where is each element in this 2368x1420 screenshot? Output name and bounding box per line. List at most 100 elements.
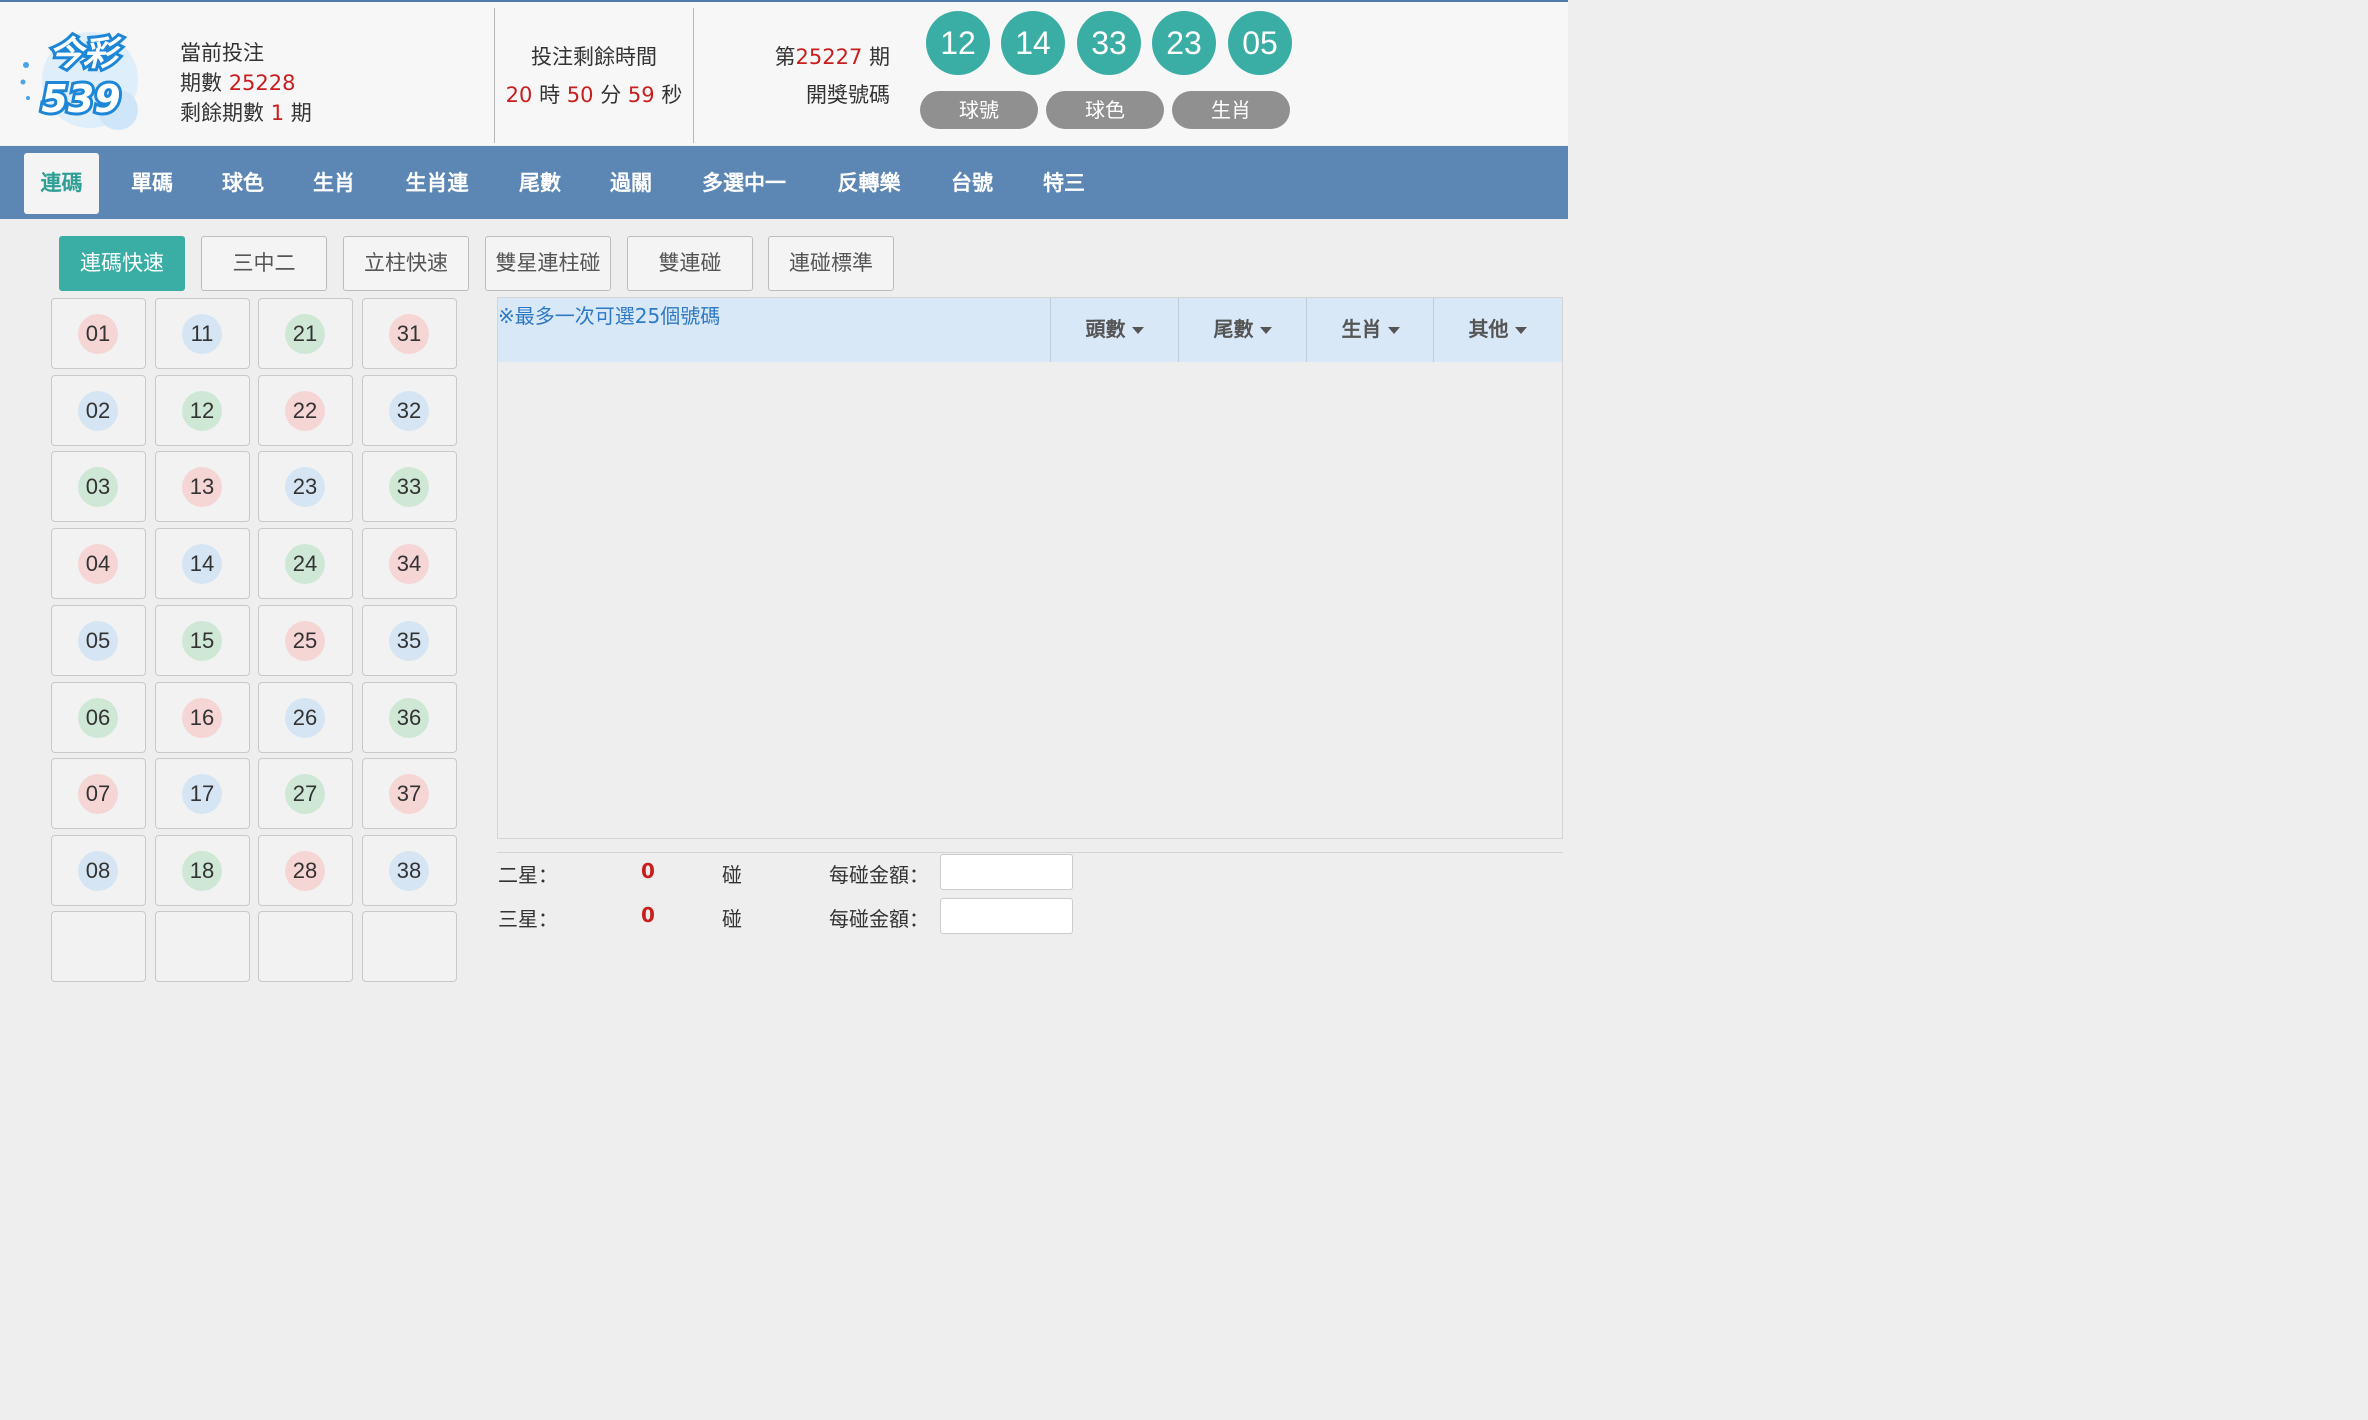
filter-label: 頭數	[1085, 317, 1126, 341]
number-ball: 25	[285, 621, 325, 661]
number-ball: 21	[285, 314, 325, 354]
number-ball: 28	[285, 851, 325, 891]
subtab-double-star-pillar[interactable]: 雙星連柱碰	[485, 236, 611, 291]
nav-tab-taihao[interactable]: 台號	[938, 153, 1006, 214]
two-star-unit: 碰	[722, 863, 742, 887]
number-cell[interactable]: 28	[258, 835, 353, 906]
number-ball: 04	[78, 544, 118, 584]
number-cell[interactable]: 05	[51, 605, 146, 676]
number-cell[interactable]: 18	[155, 835, 250, 906]
number-cell[interactable]: 26	[258, 682, 353, 753]
number-cell[interactable]: 22	[258, 375, 353, 446]
nav-tab-tail[interactable]: 尾數	[506, 153, 574, 214]
three-star-amount-input[interactable]	[940, 898, 1073, 934]
jincai-539-logo: 今彩 539	[20, 31, 138, 130]
number-cell-partial[interactable]	[155, 911, 250, 982]
filter-tail-dropdown[interactable]: 尾數	[1178, 298, 1306, 362]
nav-tab-tesan[interactable]: 特三	[1030, 153, 1098, 214]
number-cell[interactable]: 37	[362, 758, 457, 829]
caret-down-icon	[1259, 327, 1272, 334]
nav-tab-multi-pick-one[interactable]: 多選中一	[688, 153, 800, 214]
nav-tab-ball-color[interactable]: 球色	[209, 153, 277, 214]
number-cell[interactable]: 03	[51, 451, 146, 522]
seconds-unit: 秒	[661, 83, 683, 107]
number-ball: 07	[78, 774, 118, 814]
logo-text-bottom: 539	[41, 77, 120, 121]
number-ball: 32	[389, 391, 429, 431]
number-cell[interactable]: 08	[51, 835, 146, 906]
subtab-lian-standard[interactable]: 連碰標準	[768, 236, 894, 291]
number-cell[interactable]: 23	[258, 451, 353, 522]
nav-tab-reverse[interactable]: 反轉樂	[824, 153, 914, 214]
number-cell[interactable]: 04	[51, 528, 146, 599]
number-cell[interactable]: 14	[155, 528, 250, 599]
number-ball: 13	[182, 467, 222, 507]
number-ball: 23	[285, 467, 325, 507]
remaining-count: 1	[270, 101, 285, 125]
number-cell[interactable]: 16	[155, 682, 250, 753]
hours-unit: 時	[539, 83, 561, 107]
number-cell[interactable]: 36	[362, 682, 457, 753]
number-cell[interactable]: 32	[362, 375, 457, 446]
number-cell[interactable]: 24	[258, 528, 353, 599]
subtab-three-hit-two[interactable]: 三中二	[201, 236, 327, 291]
last-draw-label: 開獎號碼	[806, 83, 890, 107]
number-ball: 02	[78, 391, 118, 431]
filter-other-dropdown[interactable]: 其他	[1433, 298, 1561, 362]
number-cell[interactable]: 35	[362, 605, 457, 676]
logo-text-top: 今彩	[49, 34, 122, 74]
number-cell[interactable]: 21	[258, 298, 353, 369]
number-ball: 12	[182, 391, 222, 431]
number-cell-partial[interactable]	[362, 911, 457, 982]
number-cell[interactable]: 13	[155, 451, 250, 522]
number-cell[interactable]: 06	[51, 682, 146, 753]
number-cell[interactable]: 12	[155, 375, 250, 446]
period-prefix: 第	[774, 45, 796, 69]
filter-head-dropdown[interactable]: 頭數	[1050, 298, 1178, 362]
number-cell[interactable]: 01	[51, 298, 146, 369]
number-cell[interactable]: 31	[362, 298, 457, 369]
number-ball: 26	[285, 698, 325, 738]
filter-zodiac-dropdown[interactable]: 生肖	[1306, 298, 1434, 362]
number-cell[interactable]: 07	[51, 758, 146, 829]
number-ball: 35	[389, 621, 429, 661]
number-cell[interactable]: 11	[155, 298, 250, 369]
countdown: 投注剩餘時間 20 時 50 分 59 秒	[500, 38, 688, 114]
subtab-double-lian[interactable]: 雙連碰	[627, 236, 753, 291]
last-draw-period: 25227	[795, 45, 863, 69]
number-ball: 08	[78, 851, 118, 891]
nav-tab-zodiac[interactable]: 生肖	[300, 153, 368, 214]
nav-tab-danma[interactable]: 單碼	[118, 153, 186, 214]
number-cell[interactable]: 02	[51, 375, 146, 446]
number-cell[interactable]: 34	[362, 528, 457, 599]
number-ball: 37	[389, 774, 429, 814]
caret-down-icon	[1514, 327, 1527, 334]
view-ball-color-button[interactable]: 球色	[1046, 91, 1164, 129]
number-cell-partial[interactable]	[51, 911, 146, 982]
nav-tab-zodiac-lian[interactable]: 生肖連	[392, 153, 482, 214]
number-ball: 11	[182, 314, 222, 354]
three-star-count: 0	[641, 903, 655, 927]
number-ball: 34	[389, 544, 429, 584]
number-cell[interactable]: 17	[155, 758, 250, 829]
number-cell[interactable]: 33	[362, 451, 457, 522]
two-star-amount-input[interactable]	[940, 854, 1073, 890]
view-ball-number-button[interactable]: 球號	[920, 91, 1038, 129]
number-cell[interactable]: 27	[258, 758, 353, 829]
subtab-lianma-quick[interactable]: 連碼快速	[59, 236, 185, 291]
last-draw-info: 第25227 期 開獎號碼	[740, 38, 891, 114]
current-period-line: 期數 25228	[180, 68, 312, 98]
nav-tab-parlay[interactable]: 過關	[597, 153, 665, 214]
number-ball: 15	[182, 621, 222, 661]
number-ball: 22	[285, 391, 325, 431]
view-zodiac-button[interactable]: 生肖	[1172, 91, 1290, 129]
max-selection-notice: ※最多一次可選25個號碼	[498, 304, 721, 328]
winning-ball: 12	[926, 11, 990, 75]
number-cell[interactable]: 15	[155, 605, 250, 676]
number-cell[interactable]: 25	[258, 605, 353, 676]
subtab-pillar-quick[interactable]: 立柱快速	[343, 236, 469, 291]
number-cell[interactable]: 38	[362, 835, 457, 906]
nav-tab-lianma[interactable]: 連碼	[24, 153, 99, 214]
number-cell-partial[interactable]	[258, 911, 353, 982]
last-draw-period-line: 第25227 期	[740, 38, 891, 76]
